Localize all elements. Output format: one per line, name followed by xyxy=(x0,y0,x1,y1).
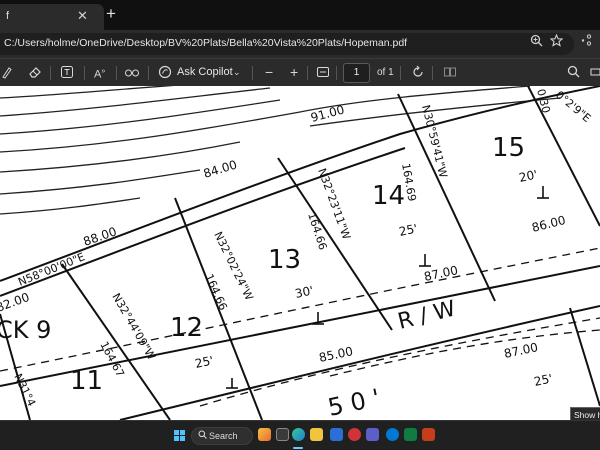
edge-icon[interactable] xyxy=(292,428,305,441)
toolbar-divider xyxy=(336,66,337,80)
print-icon[interactable] xyxy=(590,65,600,82)
tab-strip: f ✕ + xyxy=(0,0,600,30)
chevron-down-icon[interactable]: ⌄ xyxy=(233,65,241,79)
bearing-label: N31°4 xyxy=(11,372,38,409)
toolbar-divider xyxy=(252,66,253,80)
lot-number: 14 xyxy=(372,181,405,211)
side-length-label: 164.66 xyxy=(202,272,230,312)
lot-number: 15 xyxy=(492,133,525,163)
tab-title: f xyxy=(6,10,10,22)
dimension-label: 87.00 xyxy=(503,340,540,361)
eraser-icon[interactable] xyxy=(28,65,42,82)
widgets-icon[interactable] xyxy=(258,428,271,441)
zoom-icon[interactable] xyxy=(530,34,543,50)
text-box-icon[interactable] xyxy=(60,65,74,82)
zoom-out-button[interactable]: − xyxy=(265,65,273,79)
bearing-label: N32°44'09"W xyxy=(109,291,158,362)
toolbar-divider xyxy=(432,66,433,80)
street-width-label: 5 0 ' xyxy=(325,384,382,420)
contour-lines xyxy=(0,86,561,215)
plat-map: 11 12 13 14 15 CK 9 R / W 5 0 ' 91.00 84… xyxy=(0,86,600,420)
draw-icon[interactable] xyxy=(2,65,12,82)
windows-start-icon[interactable] xyxy=(174,430,186,442)
side-length-label: 0.30 xyxy=(534,88,553,115)
pdf-toolbar: A» Ask Copilot ⌄ − + 1 of 1 xyxy=(0,58,600,86)
address-bar-row: C:/Users/holme/OneDrive/Desktop/BV%20Pla… xyxy=(0,30,600,58)
bearing-label: N30°59'41"W xyxy=(419,104,450,180)
two-page-icon[interactable] xyxy=(443,65,457,82)
app-icon[interactable] xyxy=(348,428,361,441)
setback-label: 20' xyxy=(518,167,539,185)
taskbar-search[interactable]: Search xyxy=(191,427,253,445)
browser-tab[interactable]: f ✕ xyxy=(0,4,104,30)
setback-label: 25' xyxy=(533,371,554,389)
close-icon[interactable]: ✕ xyxy=(77,8,88,24)
kebab-icon[interactable] xyxy=(580,34,592,50)
right-of-way-label: R / W xyxy=(395,296,458,334)
toolbar-divider xyxy=(84,66,85,80)
powerpoint-icon[interactable] xyxy=(422,428,435,441)
lot-number: 13 xyxy=(268,245,301,275)
toolbar-divider xyxy=(400,66,401,80)
dimension-label: 85.00 xyxy=(318,344,355,365)
fit-page-icon[interactable] xyxy=(316,65,330,82)
search-icon xyxy=(198,430,207,442)
toolbar-divider xyxy=(148,66,149,80)
dimension-label: 86.00 xyxy=(530,213,567,235)
ask-copilot-button[interactable]: Ask Copilot xyxy=(177,66,233,78)
block-label: CK 9 xyxy=(0,316,51,344)
help-icon[interactable] xyxy=(386,428,399,441)
star-icon[interactable] xyxy=(549,33,564,50)
toolbar-divider xyxy=(307,66,308,80)
address-bar[interactable]: C:/Users/holme/OneDrive/Desktop/BV%20Pla… xyxy=(0,33,574,55)
dimension-label: 84.00 xyxy=(202,157,239,180)
page-number-input[interactable]: 1 xyxy=(343,63,370,83)
read-aloud-icon[interactable]: A» xyxy=(94,65,105,82)
immersive-reader-icon[interactable] xyxy=(124,65,140,82)
active-app-indicator xyxy=(293,447,303,449)
lot-number: 11 xyxy=(70,366,103,396)
toolbar-divider xyxy=(50,66,51,80)
setback-label: 30' xyxy=(294,283,315,301)
lot-number: 12 xyxy=(170,313,203,343)
search-icon[interactable] xyxy=(567,65,580,81)
teams-icon[interactable] xyxy=(366,428,379,441)
taskbar: Search xyxy=(0,420,600,450)
search-label: Search xyxy=(209,431,238,441)
monument-marks xyxy=(226,186,549,389)
copilot-icon[interactable] xyxy=(158,65,172,82)
new-tab-button[interactable]: + xyxy=(106,5,116,22)
page-total: of 1 xyxy=(377,67,394,78)
setback-label: 25' xyxy=(398,221,419,239)
file-explorer-icon[interactable] xyxy=(310,428,323,441)
dimension-label: 88.00 xyxy=(81,224,118,248)
toolbar-divider xyxy=(116,66,117,80)
task-view-icon[interactable] xyxy=(276,428,289,441)
bearing-label: 0°2'9"E xyxy=(553,88,593,125)
pdf-page[interactable]: 11 12 13 14 15 CK 9 R / W 5 0 ' 91.00 84… xyxy=(0,86,600,420)
rotate-icon[interactable] xyxy=(411,65,425,82)
zoom-in-button[interactable]: + xyxy=(290,65,298,79)
excel-icon[interactable] xyxy=(404,428,417,441)
url-text[interactable]: C:/Users/holme/OneDrive/Desktop/BV%20Pla… xyxy=(4,37,407,49)
store-icon[interactable] xyxy=(330,428,343,441)
setback-label: 25' xyxy=(194,353,215,371)
